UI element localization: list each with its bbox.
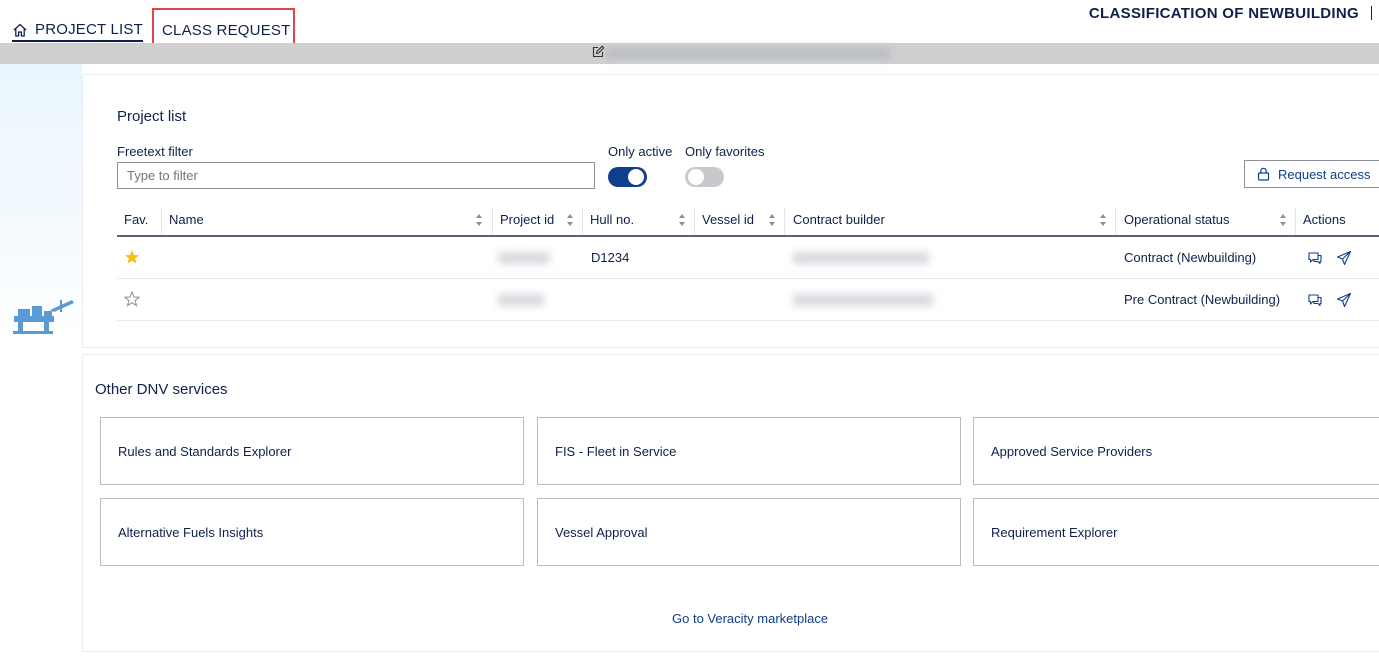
background-decoration — [0, 64, 82, 336]
edit-icon[interactable] — [591, 45, 605, 59]
lock-icon — [1257, 167, 1270, 181]
comment-icon[interactable] — [1307, 292, 1323, 308]
sort-icon[interactable] — [1279, 213, 1287, 227]
sort-icon[interactable] — [678, 213, 686, 227]
table-header: Fav. Name Project id Hull no. Vessel id … — [117, 205, 1379, 237]
send-icon[interactable] — [1336, 292, 1352, 308]
comment-icon[interactable] — [1307, 250, 1323, 266]
tab-class-request-label: CLASS REQUEST — [162, 22, 291, 39]
only-active-label: Only active — [608, 144, 673, 159]
tab-project-list-label: PROJECT LIST — [35, 21, 143, 38]
home-icon — [13, 23, 27, 37]
sort-icon[interactable] — [566, 213, 574, 227]
top-navigation: PROJECT LIST CLASS REQUEST CLASSIFICATIO… — [0, 0, 1379, 58]
veracity-marketplace-link[interactable]: Go to Veracity marketplace — [672, 611, 828, 626]
only-active-toggle[interactable] — [608, 167, 647, 187]
services-title: Other DNV services — [95, 381, 228, 398]
sort-icon[interactable] — [1099, 213, 1107, 227]
column-separator — [582, 207, 583, 235]
column-operational-status[interactable]: Operational status — [1124, 212, 1230, 227]
column-separator — [1115, 207, 1116, 235]
service-tile-alternative-fuels[interactable]: Alternative Fuels Insights — [100, 498, 524, 566]
column-project-id[interactable]: Project id — [500, 212, 554, 227]
other-services-panel: Other DNV services Rules and Standards E… — [82, 355, 1379, 652]
sort-icon[interactable] — [768, 213, 776, 227]
service-tile-vessel-approval[interactable]: Vessel Approval — [537, 498, 961, 566]
column-separator — [161, 207, 162, 235]
redacted-project-id — [498, 252, 550, 264]
sort-icon[interactable] — [475, 213, 483, 227]
project-list-title: Project list — [117, 108, 187, 125]
table-row[interactable]: D1234 Contract (Newbuilding) — [117, 237, 1379, 279]
service-tile-approved-providers[interactable]: Approved Service Providers — [973, 417, 1379, 485]
request-access-label: Request access — [1278, 166, 1371, 182]
star-icon[interactable] — [124, 291, 140, 307]
column-vessel-id[interactable]: Vessel id — [702, 212, 754, 227]
request-access-button[interactable]: Request access — [1244, 160, 1379, 188]
column-separator — [492, 207, 493, 235]
redacted-text — [606, 47, 890, 60]
table-row[interactable]: Pre Contract (Newbuilding) — [117, 279, 1379, 321]
service-tile-rules-explorer[interactable]: Rules and Standards Explorer — [100, 417, 524, 485]
cell-operational-status: Contract (Newbuilding) — [1124, 250, 1257, 265]
column-hull-no[interactable]: Hull no. — [590, 212, 634, 227]
column-actions: Actions — [1303, 212, 1346, 227]
tab-project-list[interactable]: PROJECT LIST — [12, 21, 143, 42]
column-contract-builder[interactable]: Contract builder — [793, 212, 885, 227]
column-separator — [1295, 207, 1296, 235]
redacted-contract-builder — [793, 252, 929, 264]
offshore-rig-icon — [13, 300, 74, 334]
tab-class-request[interactable]: CLASS REQUEST — [162, 22, 290, 39]
service-tile-requirement-explorer[interactable]: Requirement Explorer — [973, 498, 1379, 566]
send-icon[interactable] — [1336, 250, 1352, 266]
column-fav[interactable]: Fav. — [124, 212, 148, 227]
star-icon[interactable] — [124, 249, 140, 265]
freetext-filter-input[interactable] — [117, 162, 595, 189]
project-list-card: Project list Freetext filter Only active… — [82, 74, 1379, 348]
title-separator — [1371, 6, 1372, 20]
freetext-filter-label: Freetext filter — [117, 144, 193, 159]
column-name[interactable]: Name — [169, 212, 204, 227]
app-title: CLASSIFICATION OF NEWBUILDING — [1088, 5, 1359, 22]
cell-operational-status: Pre Contract (Newbuilding) — [1124, 292, 1281, 307]
project-info-strip — [0, 43, 1379, 64]
redacted-project-id — [498, 294, 544, 306]
toggle-knob — [628, 169, 644, 185]
toggle-knob — [688, 169, 704, 185]
only-favorites-toggle[interactable] — [685, 167, 724, 187]
column-separator — [784, 207, 785, 235]
redacted-contract-builder — [793, 294, 933, 306]
cell-hull-no: D1234 — [591, 250, 630, 265]
only-favorites-label: Only favorites — [685, 144, 765, 159]
service-tile-fleet-in-service[interactable]: FIS - Fleet in Service — [537, 417, 961, 485]
column-separator — [694, 207, 695, 235]
